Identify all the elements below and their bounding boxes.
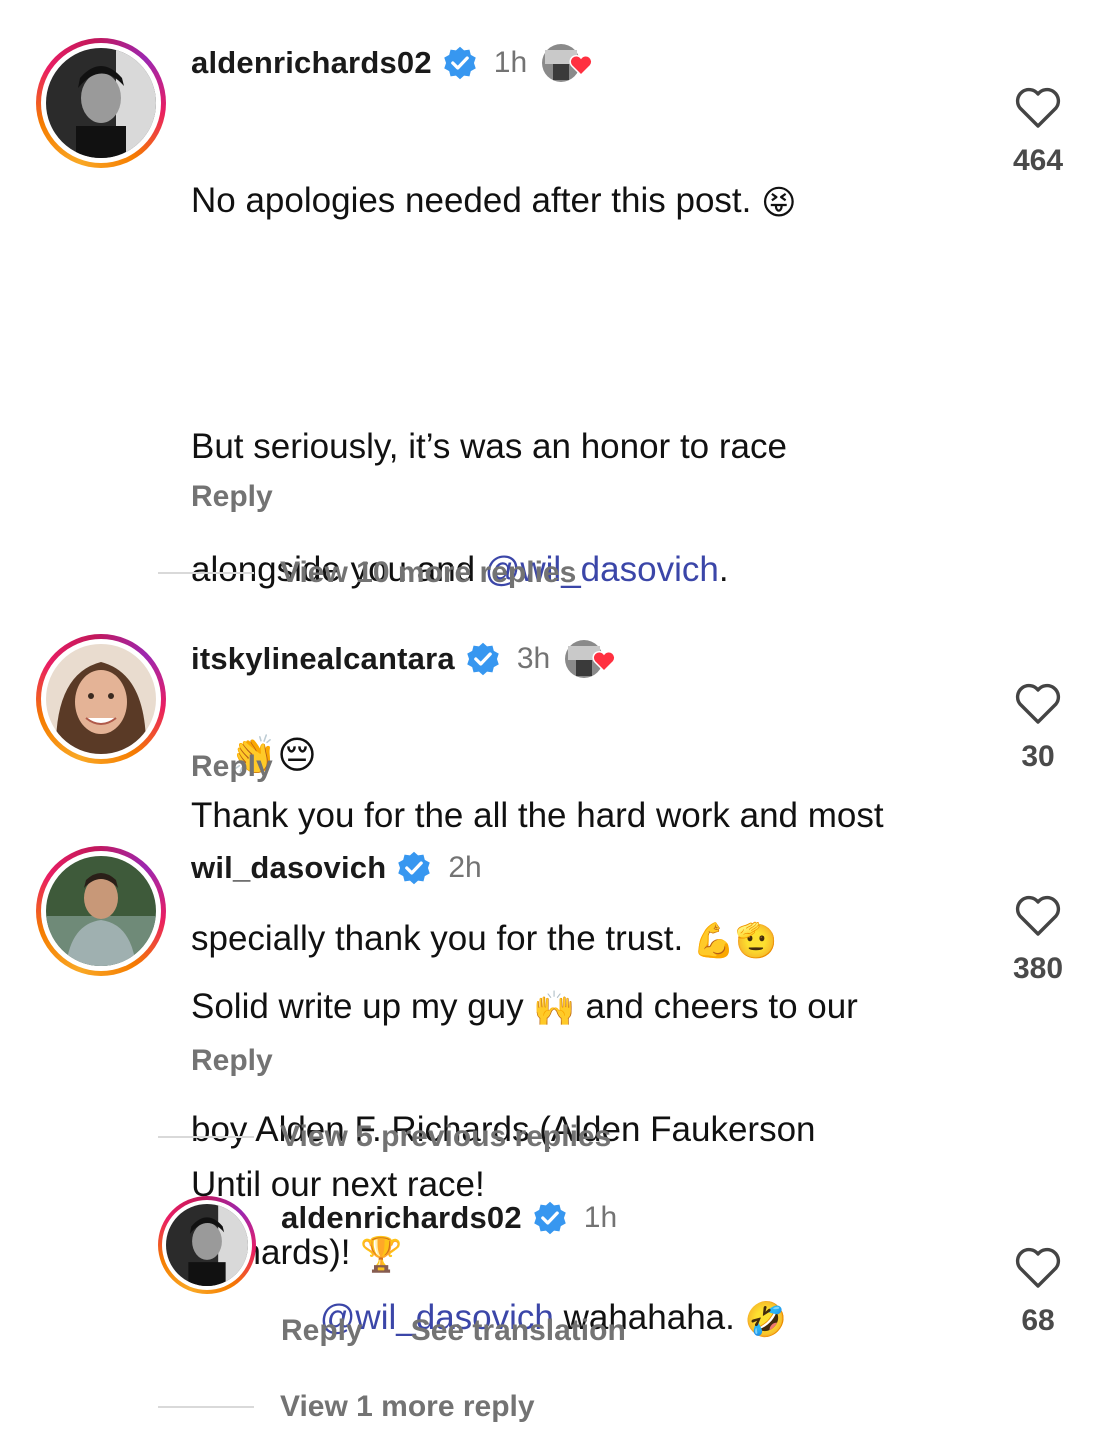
view-replies-label: View 1 more reply [280,1390,535,1423]
view-previous-replies-button[interactable]: View 5 previous replies [158,1120,611,1154]
divider-line [158,1136,254,1138]
comment-1: aldenrichards02 1h No apologies needed a… [0,0,1120,1204]
view-replies-label: View 10 more replies [280,556,577,589]
username[interactable]: itskylinealcantara [191,641,455,677]
view-more-reply-button[interactable]: View 1 more reply [158,1390,535,1424]
comment-text-line: No apologies needed after this post. [191,181,752,220]
comment-text-segment: . [718,550,729,589]
comment-text-line: But seriously, it’s was an honor to race [191,427,787,466]
like-column: 380 [998,894,1078,986]
avatar-ring[interactable] [36,846,166,976]
like-column: 464 [998,86,1078,178]
avatar [46,48,156,158]
reply-button[interactable]: Reply [281,1314,363,1348]
heart-filled-icon [569,54,593,76]
heart-outline-icon[interactable] [1014,1246,1062,1290]
raising-hands-emoji: 🙌 [533,989,576,1028]
avatar [46,856,156,966]
rolling-laughing-emoji: 🤣 [744,1300,787,1339]
reply-button[interactable]: Reply [191,750,273,784]
divider-line [158,572,254,574]
username[interactable]: aldenrichards02 [281,1200,522,1236]
verified-badge-icon [534,1201,566,1235]
heart-outline-icon[interactable] [1014,894,1062,938]
squinting-tongue-emoji: 😝 [761,183,797,222]
avatar-ring[interactable] [36,38,166,168]
username[interactable]: aldenrichards02 [191,45,432,81]
avatar [46,644,156,754]
view-replies-label: View 5 previous replies [280,1120,612,1153]
heart-outline-icon[interactable] [1014,682,1062,726]
like-count: 68 [1021,1304,1055,1337]
comment-2: itskylinealcantara 3h 👏😔 Reply 30 [0,600,1120,830]
verified-badge-icon [444,46,476,80]
comment-text-segment: and cheers to our [575,987,858,1026]
like-count: 380 [1012,952,1064,985]
verified-badge-icon [398,851,431,885]
reply-button[interactable]: Reply [191,480,273,514]
timestamp: 3h [516,642,551,675]
liked-by-author-indicator [564,638,616,680]
avatar [166,1204,248,1286]
timestamp: 1h [583,1201,618,1234]
like-column: 68 [998,1246,1078,1338]
heart-filled-icon [592,650,616,672]
timestamp: 1h [493,46,528,79]
reply-button[interactable]: Reply [191,1044,273,1078]
like-count: 30 [1021,740,1055,773]
avatar-ring[interactable] [158,1196,256,1294]
view-more-replies-button[interactable]: View 10 more replies [158,556,576,590]
comment-text-segment: Solid write up my guy [191,987,534,1026]
liked-by-author-indicator [541,42,593,84]
avatar-ring[interactable] [36,634,166,764]
username[interactable]: wil_dasovich [191,850,386,886]
see-translation-button[interactable]: See translation [411,1314,626,1348]
divider-line [158,1406,254,1408]
heart-outline-icon[interactable] [1014,86,1062,130]
verified-badge-icon [467,642,499,676]
like-count: 464 [1012,144,1064,177]
timestamp: 2h [448,851,482,884]
comment-3: wil_dasovich 2h Solid write up my guy 🙌 … [0,830,1120,1272]
reply-comment: aldenrichards02 1h @wil_dasovich wahahah… [0,1170,1120,1447]
like-column: 30 [998,682,1078,774]
